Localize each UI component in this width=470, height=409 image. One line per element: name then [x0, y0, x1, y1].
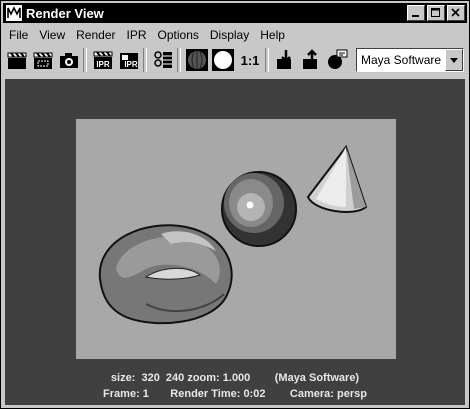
camera-icon	[60, 53, 78, 68]
title-bar[interactable]: Render View	[3, 3, 467, 23]
maximize-icon	[431, 8, 440, 17]
toolbar-separator	[83, 48, 87, 72]
display-alpha-button[interactable]	[211, 48, 235, 72]
rgb-sphere-icon	[186, 49, 208, 71]
menu-view[interactable]: View	[33, 28, 70, 42]
sphere-speech-icon	[328, 49, 348, 69]
menu-display[interactable]: Display	[204, 28, 254, 42]
chevron-down-icon	[450, 58, 458, 63]
keep-image-icon	[277, 50, 291, 69]
keep-image-button[interactable]	[273, 48, 297, 72]
minimize-icon	[412, 15, 419, 17]
render-settings-icon	[154, 51, 172, 68]
renderer-dropdown-arrow[interactable]	[445, 49, 463, 71]
render-diagnostics-button[interactable]	[325, 48, 349, 72]
ipr-clapper-icon: IPR	[93, 51, 113, 69]
renderer-value: Maya Software	[361, 53, 442, 67]
status-line-frame: Frame: 1 Render Time: 0:02 Camera: persp	[103, 388, 367, 400]
toolbar-separator	[143, 48, 147, 72]
redo-previous-render-button[interactable]	[5, 48, 29, 72]
maximize-button[interactable]	[427, 5, 445, 21]
refresh-ipr-button[interactable]: IPR	[117, 48, 141, 72]
real-size-button[interactable]: 1:1	[237, 48, 263, 72]
renderer-dropdown[interactable]: Maya Software	[356, 48, 464, 72]
close-button[interactable]	[447, 5, 465, 21]
render-settings-button[interactable]	[151, 48, 175, 72]
window-title: Render View	[26, 5, 104, 21]
ipr-label-2: IPR	[124, 60, 138, 69]
menu-options[interactable]: Options	[152, 28, 204, 42]
sphere-render	[221, 171, 297, 247]
menu-bar: File View Render IPR Options Display Hel…	[3, 25, 467, 45]
toolbar-separator	[177, 48, 181, 72]
torus-render	[98, 224, 233, 325]
menu-render[interactable]: Render	[70, 28, 120, 42]
ipr-refresh-icon: IPR	[120, 53, 138, 69]
status-line-size: size: 320 240 zoom: 1.000 (Maya Software…	[110, 372, 360, 384]
remove-image-button[interactable]	[299, 48, 323, 72]
toolbar-separator	[265, 48, 269, 72]
minimize-button[interactable]	[407, 5, 425, 21]
maya-app-icon	[6, 5, 22, 21]
menu-help[interactable]: Help	[254, 28, 290, 42]
display-rgb-button[interactable]	[185, 48, 209, 72]
menu-ipr[interactable]: IPR	[121, 28, 152, 42]
close-icon	[451, 8, 460, 17]
ipr-label: IPR	[96, 60, 110, 69]
ipr-render-button[interactable]: IPR	[91, 48, 115, 72]
snapshot-button[interactable]	[57, 48, 81, 72]
rendered-image	[76, 119, 396, 359]
menu-file[interactable]: File	[3, 28, 33, 42]
remove-image-icon	[303, 49, 317, 69]
clapper-icon	[7, 52, 27, 69]
render-region-button[interactable]	[31, 48, 55, 72]
render-view-window: Render View File View Render IPR Options…	[0, 0, 470, 409]
clapper-region-icon	[33, 52, 53, 69]
alpha-sphere-icon	[212, 49, 234, 71]
render-viewport[interactable]: size: 320 240 zoom: 1.000 (Maya Software…	[5, 79, 465, 405]
